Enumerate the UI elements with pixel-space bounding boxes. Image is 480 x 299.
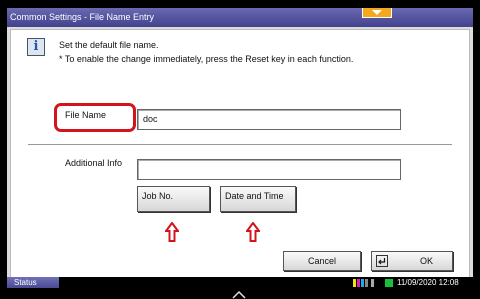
calendar-icon xyxy=(385,279,393,287)
ok-label: OK xyxy=(420,256,434,266)
info-message: Set the default file name. xyxy=(59,40,159,50)
content-area xyxy=(10,29,470,278)
cancel-label: Cancel xyxy=(307,256,336,266)
chevron-down-icon xyxy=(372,10,382,15)
title-bar: Common Settings - File Name Entry xyxy=(7,8,473,27)
info-icon: i xyxy=(27,38,45,56)
divider xyxy=(28,144,452,145)
status-bar: Status 11/09/2020 12:08 xyxy=(7,277,473,288)
ok-button[interactable]: OK xyxy=(371,251,453,271)
file-name-label: File Name xyxy=(65,110,107,120)
additional-info-input[interactable] xyxy=(137,159,401,180)
toner-magenta-icon xyxy=(357,279,360,287)
up-arrow-icon xyxy=(246,222,260,242)
collapse-tab[interactable] xyxy=(362,8,392,18)
job-no-button[interactable]: Job No. xyxy=(137,186,210,212)
up-arrow-icon xyxy=(165,222,179,242)
enter-icon xyxy=(376,255,388,267)
date-time-button[interactable]: Date and Time xyxy=(220,186,296,212)
toner-yellow-icon xyxy=(353,279,356,287)
cancel-button[interactable]: Cancel xyxy=(283,251,361,271)
chevron-up-icon[interactable] xyxy=(232,291,246,299)
file-name-input[interactable]: doc xyxy=(137,109,401,130)
status-datetime: 11/09/2020 12:08 xyxy=(397,278,459,287)
device-icon xyxy=(371,279,374,287)
status-button[interactable]: Status xyxy=(7,277,59,288)
date-time-label: Date and Time xyxy=(225,191,284,201)
window-title: Common Settings - File Name Entry xyxy=(10,12,155,22)
toner-cyan-icon xyxy=(361,279,364,287)
additional-info-label: Additional Info xyxy=(65,158,123,168)
status-label: Status xyxy=(14,278,37,287)
info-note: * To enable the change immediately, pres… xyxy=(59,54,354,64)
toner-black-icon xyxy=(365,279,368,287)
job-no-label: Job No. xyxy=(142,191,174,201)
